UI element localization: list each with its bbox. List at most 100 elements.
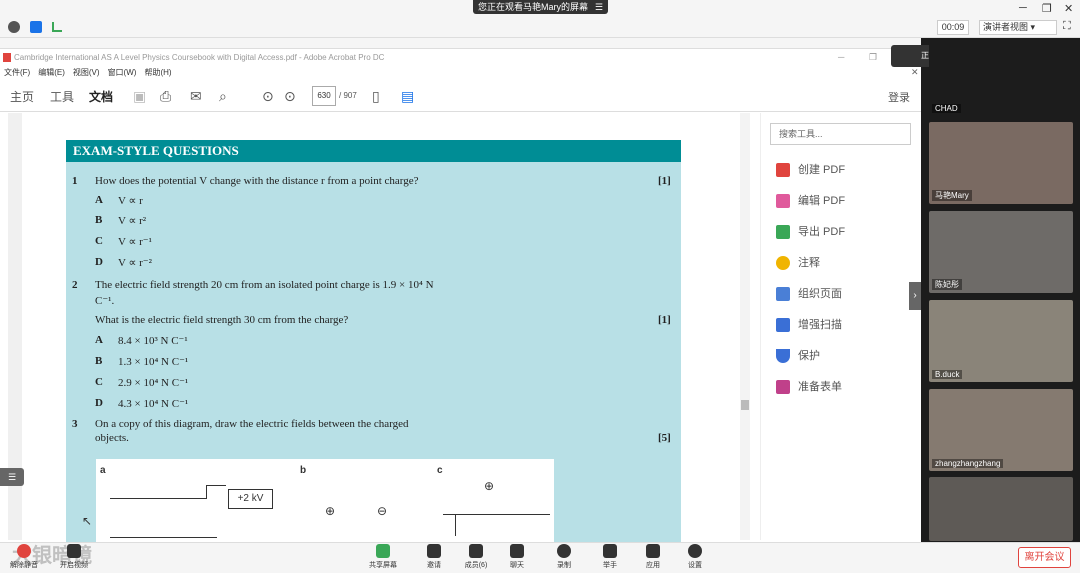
invite-button[interactable]: 邀请 (414, 544, 454, 570)
tool-protect[interactable]: 保护 (776, 347, 820, 365)
q2-text-line1: The electric field strength 20 cm from a… (95, 279, 434, 291)
q3-number: 3 (72, 418, 78, 430)
document-scrollbar[interactable] (740, 113, 750, 540)
cursor-icon: ↖ (82, 514, 93, 528)
plate-line-top (110, 498, 207, 499)
meeting-timer: 00:09 (937, 20, 969, 35)
expand-video-button[interactable]: › (909, 282, 921, 310)
sidebar-toggle[interactable]: ☰ (0, 468, 24, 486)
q2-opt-d: 4.3 × 10⁴ N C⁻¹ (118, 398, 189, 410)
menu-window[interactable]: 窗口(W) (108, 68, 137, 77)
status-row (0, 17, 1080, 38)
tool-edit-pdf[interactable]: 编辑 PDF (776, 192, 845, 210)
people-icon (469, 544, 483, 558)
video-tile-extra[interactable] (929, 477, 1073, 541)
page-number-input[interactable]: 630 (312, 86, 336, 106)
page-view-icon[interactable]: ▯ (372, 88, 380, 105)
chat-button[interactable]: 聊天 (497, 544, 537, 570)
settings-button[interactable]: 设置 (675, 544, 715, 570)
q3-text-line2: objects. (95, 432, 129, 444)
q1-opt-c: V ∝ r⁻¹ (118, 236, 152, 248)
start-video-button[interactable]: 开启视频 (54, 544, 94, 570)
diagram-label-c: c (437, 465, 443, 476)
create-pdf-icon (776, 163, 790, 178)
close-icon[interactable]: ✕ (1064, 2, 1073, 15)
menu-icon[interactable]: ☰ (595, 0, 603, 14)
acro-minimize-icon[interactable]: ─ (838, 52, 844, 62)
diagram-label-b: b (300, 465, 307, 476)
q1-number: 1 (72, 175, 78, 187)
tab-home[interactable]: 主页 (10, 88, 34, 105)
q2-mark: [1] (658, 314, 671, 326)
exam-heading: EXAM-STYLE QUESTIONS (66, 140, 681, 162)
save-icon[interactable]: ▣ (133, 88, 146, 105)
q1-text: How does the potential V change with the… (95, 175, 419, 187)
menu-edit[interactable]: 编辑(E) (38, 68, 65, 77)
q2-text-line2: C⁻¹. (95, 295, 115, 307)
apps-icon (646, 544, 660, 558)
chat-icon (510, 544, 524, 558)
tool-prepare-form[interactable]: 准备表单 (776, 378, 842, 396)
tab-document[interactable]: 文档 (89, 88, 113, 105)
print-icon[interactable]: ⎙ (160, 88, 171, 105)
participants-button[interactable]: 成员(6) (456, 544, 496, 570)
ground-wire (455, 514, 456, 536)
info-icon[interactable] (8, 21, 20, 33)
tool-create-pdf[interactable]: 创建 PDF (776, 161, 845, 179)
shield-icon (776, 349, 790, 364)
acro-restore-icon[interactable]: ❐ (869, 52, 877, 63)
shield-icon[interactable] (30, 21, 42, 33)
menu-help[interactable]: 帮助(H) (144, 68, 171, 77)
video-tile-mary[interactable]: 马艳Mary (929, 122, 1073, 204)
q1-opt-a: V ∝ r (118, 195, 143, 207)
minimize-icon[interactable]: ─ (1019, 2, 1027, 14)
restore-icon[interactable]: ❐ (1042, 2, 1052, 15)
share-screen-button[interactable]: 共享屏幕 (363, 544, 403, 570)
tool-export-pdf[interactable]: 导出 PDF (776, 223, 845, 241)
next-page-icon[interactable]: ⊙ (284, 88, 296, 105)
q2-opt-c-letter: C (95, 376, 103, 388)
acrobat-title: Cambridge International AS A Level Physi… (0, 49, 921, 66)
q2-opt-a-letter: A (95, 334, 103, 346)
organize-pages-icon (776, 287, 790, 302)
acrobat-logo-icon (3, 53, 11, 62)
view-mode-select[interactable]: 演讲者视图 ▾ (979, 20, 1057, 35)
login-link[interactable]: 登录 (888, 89, 910, 105)
video-tile-chad[interactable]: CHAD (929, 38, 1073, 116)
fullscreen-icon[interactable]: ⛶ (1063, 20, 1071, 33)
plate-line-c (443, 514, 550, 515)
q1-mark: [1] (658, 175, 671, 187)
mic-icon (17, 544, 31, 558)
video-tile-zhang[interactable]: zhangzhangzhang (929, 389, 1073, 471)
read-mode-icon[interactable]: ▤ (401, 88, 414, 105)
record-button[interactable]: 录制 (544, 544, 584, 570)
menu-file[interactable]: 文件(F) (4, 68, 30, 77)
tool-organize-pages[interactable]: 组织页面 (776, 285, 842, 303)
unmute-button[interactable]: 解除静音 (4, 544, 44, 570)
acrobat-menubar: 文件(F) 编辑(E) 视图(V) 窗口(W) 帮助(H) (0, 66, 921, 80)
wire-vertical (206, 485, 207, 499)
apps-button[interactable]: 应用 (633, 544, 673, 570)
menu-close-icon[interactable]: ✕ (911, 67, 919, 78)
q2-opt-b-letter: B (95, 355, 103, 367)
video-tile-chen[interactable]: 陈妃彤 (929, 211, 1073, 293)
share-banner[interactable]: 您正在观看马艳Mary的屏幕 ☰ (473, 0, 608, 14)
search-icon[interactable]: ⌕ (219, 88, 227, 105)
email-icon[interactable]: ✉ (190, 88, 202, 105)
menu-view[interactable]: 视图(V) (73, 68, 100, 77)
prev-page-icon[interactable]: ⊙ (262, 88, 274, 105)
charge-diagram: a b c +2 kV ⊕ ⊖ ⊕ (96, 459, 554, 542)
comment-icon (776, 256, 790, 271)
tab-tools[interactable]: 工具 (50, 88, 74, 105)
q1-opt-b-letter: B (95, 214, 103, 226)
video-tile-bduck[interactable]: B.duck (929, 300, 1073, 382)
tool-enhance-scan[interactable]: 增强扫描 (776, 316, 842, 334)
signal-icon[interactable] (52, 22, 62, 32)
tool-comment[interactable]: 注释 (776, 254, 820, 272)
raise-hand-button[interactable]: 举手 (590, 544, 630, 570)
scrollbar-thumb[interactable] (741, 400, 749, 410)
q2-opt-d-letter: D (95, 397, 103, 409)
leave-meeting-button[interactable]: 离开会议 (1018, 547, 1071, 568)
search-tools-input[interactable]: 搜索工具... (770, 123, 911, 145)
enhance-scan-icon (776, 318, 790, 333)
